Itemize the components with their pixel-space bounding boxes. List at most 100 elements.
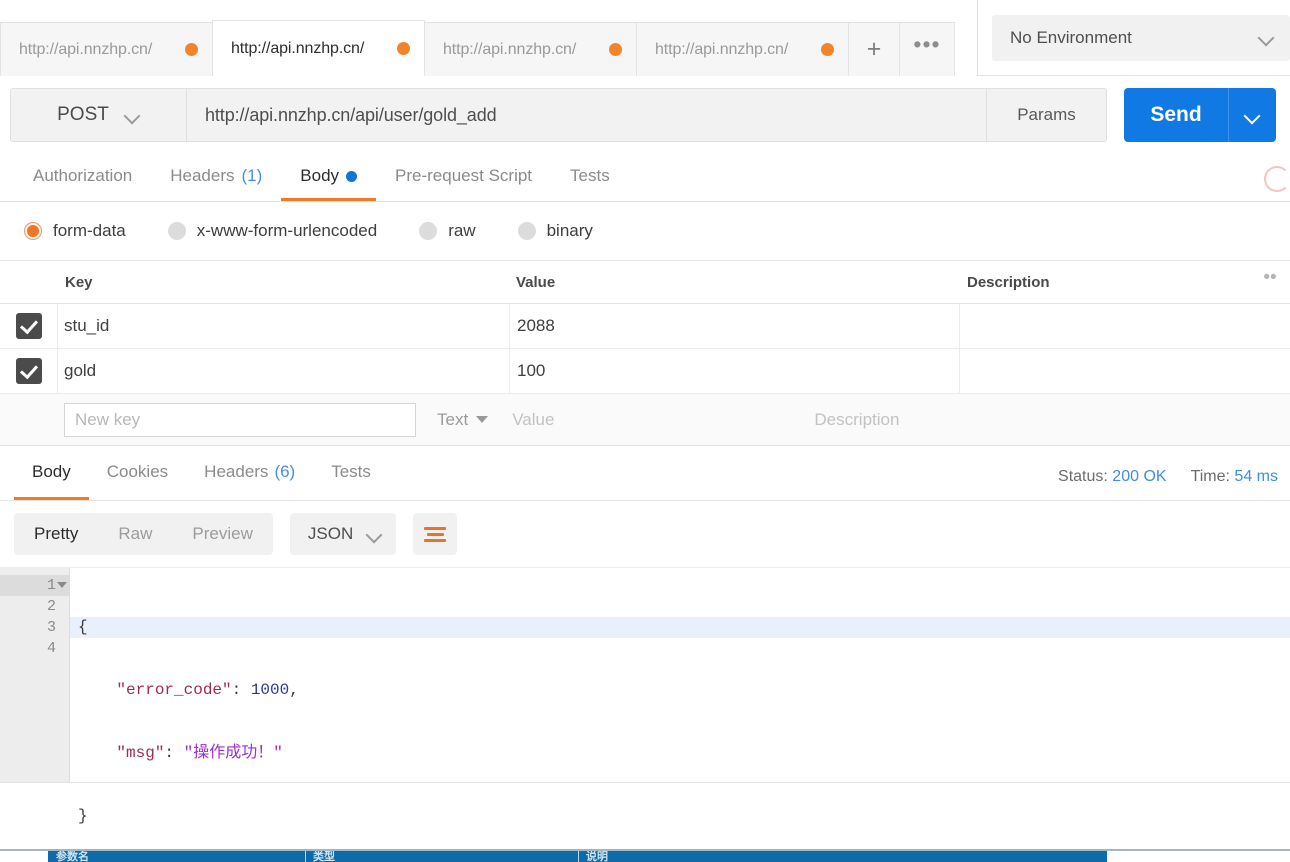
response-meta: Status: 200 OK Time: 54 ms	[1058, 468, 1278, 486]
json-brace-open: {	[78, 618, 88, 636]
tab-options-button[interactable]: •••	[899, 22, 955, 76]
bg-column-header: 说明	[586, 851, 608, 862]
response-body-editor: 1 2 3 4 { "error_code": 1000, "msg": "操作…	[0, 567, 1290, 825]
body-type-radio-group: form-data x-www-form-urlencoded raw bina…	[0, 202, 1290, 260]
header-description: Description	[967, 273, 1050, 291]
method-selector[interactable]: POST	[10, 88, 186, 142]
tab-body[interactable]: Body	[281, 154, 377, 201]
request-tab-2[interactable]: http://api.nnzhp.cn/	[212, 20, 425, 76]
row-key[interactable]: gold	[64, 361, 96, 381]
view-mode-preview[interactable]: Preview	[172, 513, 272, 555]
line-number: 1	[0, 575, 69, 596]
row-checkbox[interactable]	[15, 313, 42, 339]
response-tab-tests[interactable]: Tests	[313, 446, 389, 500]
table-row: gold 100	[0, 349, 1290, 394]
table-header-row: Key Value Description ••	[0, 261, 1290, 304]
radio-raw[interactable]: raw	[419, 221, 476, 241]
row-checkbox[interactable]	[15, 358, 42, 384]
radio-label: x-www-form-urlencoded	[196, 221, 378, 240]
send-button[interactable]: Send	[1124, 88, 1228, 142]
view-mode-pretty[interactable]: Pretty	[14, 513, 98, 555]
request-tab-4[interactable]: http://api.nnzhp.cn/	[636, 22, 849, 76]
tab-label: Headers	[204, 461, 269, 481]
line-number: 3	[46, 619, 56, 636]
params-button[interactable]: Params	[987, 88, 1107, 142]
chevron-down-icon	[367, 527, 382, 542]
response-tab-cookies[interactable]: Cookies	[89, 446, 186, 500]
new-key-input[interactable]	[64, 402, 416, 437]
new-row: Text Value Description	[0, 394, 1290, 446]
view-mode-group: Pretty Raw Preview	[14, 513, 273, 555]
unsaved-dot-icon[interactable]	[397, 42, 410, 55]
tab-tests[interactable]: Tests	[551, 154, 629, 201]
format-selector[interactable]: JSON	[289, 513, 397, 555]
tab-pre-request-script[interactable]: Pre-request Script	[376, 154, 551, 201]
row-value[interactable]: 100	[517, 361, 545, 381]
request-section-tabs: Authorization Headers (1) Body Pre-reque…	[0, 154, 1290, 202]
radio-icon	[517, 222, 536, 240]
url-bar: POST http://api.nnzhp.cn/api/user/gold_a…	[0, 76, 1290, 154]
fold-arrow-icon[interactable]	[57, 582, 67, 588]
new-row-type-selector[interactable]: Text	[437, 409, 489, 430]
radio-label: binary	[546, 221, 593, 240]
tab-label: Headers	[170, 166, 235, 185]
request-tab-1[interactable]: http://api.nnzhp.cn/	[0, 22, 213, 76]
radio-binary[interactable]: binary	[517, 221, 593, 241]
row-value[interactable]: 2088	[517, 316, 555, 336]
response-section-tabs: Body Cookies Headers (6) Tests Status: 2…	[0, 446, 1290, 501]
status-label: Status:	[1058, 468, 1108, 485]
tab-label: Body	[32, 461, 71, 481]
json-brace-close: }	[78, 807, 88, 825]
new-description-placeholder[interactable]: Description	[814, 410, 899, 430]
background-table-header-bar	[0, 851, 1290, 862]
environment-selector[interactable]: No Environment	[992, 14, 1290, 61]
environment-area: No Environment	[978, 0, 1290, 75]
send-options-button[interactable]	[1228, 88, 1276, 142]
tab-label: Pre-request Script	[395, 166, 533, 185]
request-tab-label: http://api.nnzhp.cn/	[443, 40, 577, 58]
radio-label: raw	[448, 221, 476, 240]
tab-headers[interactable]: Headers (1)	[151, 154, 281, 201]
tab-label: Authorization	[33, 166, 133, 185]
json-key: "error_code"	[116, 681, 232, 699]
radio-icon	[167, 222, 186, 240]
radio-form-data[interactable]: form-data	[24, 221, 126, 241]
new-value-placeholder[interactable]: Value	[512, 410, 554, 430]
time-value: 54 ms	[1234, 468, 1278, 485]
unsaved-dot-icon[interactable]	[821, 43, 834, 56]
tab-authorization[interactable]: Authorization	[14, 154, 151, 201]
time-label: Time:	[1190, 468, 1230, 485]
unsaved-dot-icon[interactable]	[185, 43, 198, 56]
environment-selected-label: No Environment	[1010, 27, 1132, 47]
radio-label: form-data	[53, 221, 126, 240]
send-button-group: Send	[1124, 88, 1276, 142]
response-tab-body[interactable]: Body	[14, 446, 89, 500]
view-mode-raw[interactable]: Raw	[98, 513, 172, 555]
chevron-down-icon	[125, 108, 140, 123]
strip-right-pad	[1107, 851, 1290, 862]
url-text: http://api.nnzhp.cn/api/user/gold_add	[205, 104, 497, 125]
request-tab-3[interactable]: http://api.nnzhp.cn/	[424, 22, 637, 76]
json-number: 1000	[250, 681, 290, 699]
bulk-edit-icon[interactable]: ••	[1250, 268, 1290, 289]
radio-icon	[419, 222, 438, 240]
radio-x-www-form-urlencoded[interactable]: x-www-form-urlencoded	[167, 221, 378, 241]
request-tab-label: http://api.nnzhp.cn/	[231, 39, 365, 57]
unsaved-dot-icon[interactable]	[609, 43, 622, 56]
background-window-strip: 参数名 类型 说明	[0, 849, 1290, 862]
status-value: 200 OK	[1112, 468, 1167, 485]
type-label: Text	[437, 409, 469, 429]
new-tab-button[interactable]: +	[848, 22, 900, 76]
url-input[interactable]: http://api.nnzhp.cn/api/user/gold_add	[186, 88, 987, 142]
header-value: Value	[516, 273, 556, 291]
response-view-toolbar: Pretty Raw Preview JSON	[0, 501, 1290, 567]
word-wrap-icon[interactable]	[413, 513, 458, 555]
row-key[interactable]: stu_id	[64, 316, 109, 336]
table-row: stu_id 2088	[0, 304, 1290, 349]
tab-label: Tests	[331, 461, 371, 481]
row-spacer	[1250, 322, 1290, 330]
response-json-code[interactable]: { "error_code": 1000, "msg": "操作成功！" }	[70, 568, 1290, 825]
response-tab-headers[interactable]: Headers (6)	[186, 446, 313, 500]
chevron-down-icon	[1245, 108, 1260, 123]
header-key: Key	[65, 273, 93, 291]
